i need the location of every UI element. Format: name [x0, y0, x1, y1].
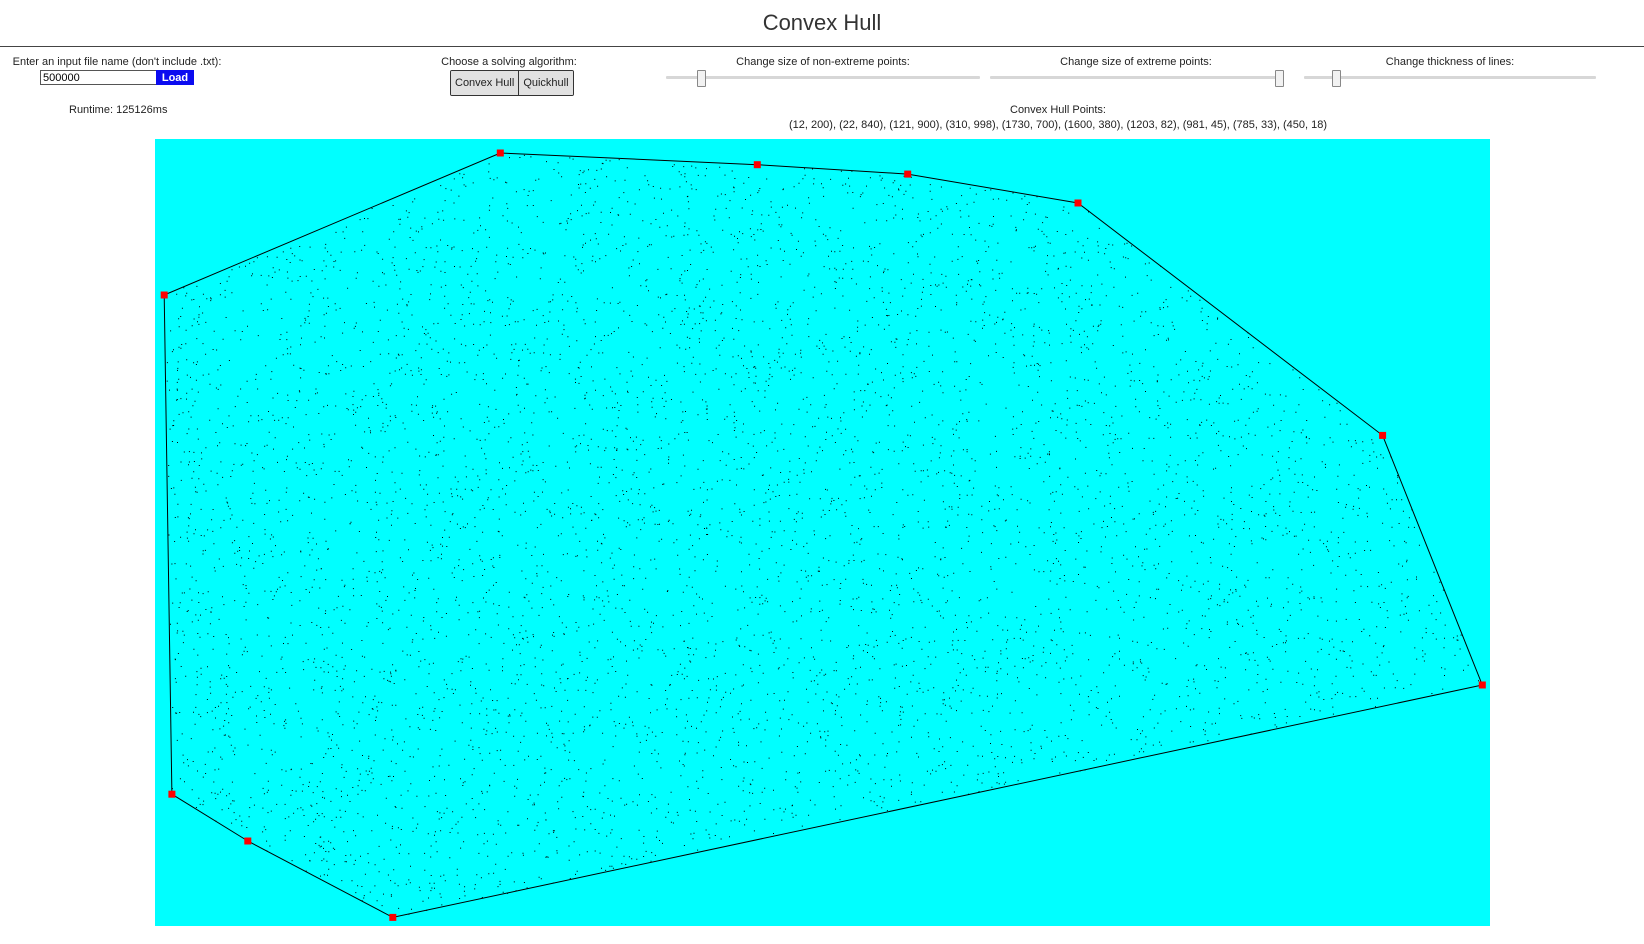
line-thickness-slider[interactable] — [1304, 76, 1596, 79]
extreme-point — [160, 291, 168, 299]
algorithm-label: Choose a solving algorithm: — [441, 56, 577, 68]
extreme-point — [1379, 431, 1387, 439]
hull-canvas — [155, 139, 1490, 926]
line-thickness-slider-thumb[interactable] — [1332, 70, 1342, 87]
extreme-point — [1074, 199, 1082, 207]
file-name-input[interactable] — [40, 70, 159, 85]
extreme-size-slider-thumb[interactable] — [1275, 70, 1285, 87]
non-extreme-points — [166, 154, 1481, 915]
load-button[interactable]: Load — [156, 70, 194, 85]
extreme-point — [168, 790, 176, 798]
extreme-point — [496, 149, 504, 157]
extreme-point — [1478, 681, 1486, 689]
non-extreme-size-slider[interactable] — [666, 76, 980, 79]
hull-points-label: Convex Hull Points: — [1010, 104, 1106, 116]
quickhull-button[interactable]: Quickhull — [519, 71, 573, 95]
page-title: Convex Hull — [762, 10, 882, 35]
extreme-point — [244, 837, 252, 845]
non-extreme-size-label: Change size of non-extreme points: — [736, 56, 910, 68]
non-extreme-size-slider-thumb[interactable] — [696, 70, 706, 87]
extreme-point — [753, 161, 761, 169]
extreme-size-slider[interactable] — [990, 76, 1282, 79]
title-divider — [0, 46, 1644, 47]
hull-outline — [163, 152, 1483, 918]
extreme-points — [160, 149, 1486, 921]
line-thickness-label: Change thickness of lines: — [1385, 56, 1515, 68]
convex-hull-button[interactable]: Convex Hull — [451, 71, 520, 95]
hull-points-list: (12, 200), (22, 840), (121, 900), (310, … — [788, 119, 1328, 131]
extreme-size-label: Change size of extreme points: — [1060, 56, 1212, 68]
extreme-point — [389, 913, 397, 921]
scatter-points — [166, 154, 1481, 915]
extreme-point — [904, 170, 912, 178]
file-input-label: Enter an input file name (don't include … — [12, 56, 222, 68]
hull-plot — [160, 149, 1486, 921]
algorithm-button-group: Convex Hull Quickhull — [450, 70, 574, 96]
